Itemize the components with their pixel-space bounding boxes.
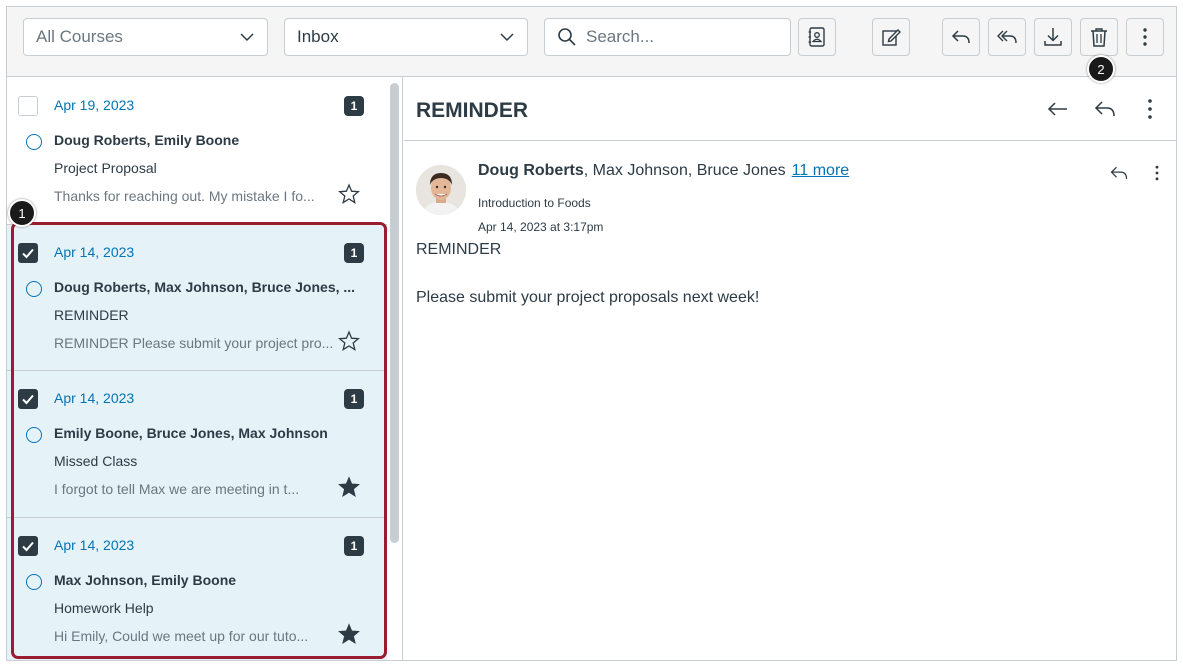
conversation-date: Apr 19, 2023 [54,97,135,113]
message-view: REMINDER Doug Roberts, Max Johnson, Bruc… [404,77,1176,660]
reply-icon[interactable] [1093,97,1117,121]
address-book-button[interactable] [798,18,836,56]
search-input[interactable] [586,27,776,47]
course-filter-select[interactable]: All Courses [23,18,268,56]
conversation-subject: Project Proposal [54,160,157,176]
conversation-item[interactable]: Apr 19, 2023 1 Doug Roberts, Emily Boone Pr… [7,77,387,224]
reply-icon [951,30,970,44]
recipient-names: , Max Johnson, Bruce Jones [583,162,786,179]
message-body-line: REMINDER [416,241,502,258]
selection-highlight-outline [11,222,387,659]
mailbox-filter-value: Inbox [297,27,339,46]
search-icon [558,28,576,46]
callout-marker-1: 1 [8,199,36,227]
kebab-menu-icon[interactable] [1138,97,1162,121]
message-count-badge: 1 [344,96,364,116]
compose-button[interactable] [872,18,910,56]
address-book-icon [808,27,825,47]
trash-icon [1091,28,1107,47]
course-filter-value: All Courses [36,27,123,46]
more-recipients-link[interactable]: 11 more [792,162,850,179]
reply-all-icon [997,30,1017,44]
search-box [544,18,791,56]
message-body-line: Please submit your project proposals nex… [416,289,760,306]
conversation-preview: Thanks for reaching out. My mistake I fo… [54,188,315,204]
callout-marker-2: 2 [1087,55,1115,83]
kebab-menu-icon [1143,28,1147,46]
inbox-app: All Courses Inbox Search... Apr 19, 2023… [6,6,1177,661]
mailbox-filter-select[interactable]: Inbox [284,18,528,56]
more-options-button[interactable] [1126,18,1164,56]
conversation-checkbox[interactable] [18,96,38,116]
delete-button[interactable] [1080,18,1118,56]
back-arrow-icon[interactable] [1046,97,1070,121]
sender-avatar [416,165,466,215]
message-header: REMINDER [404,77,1176,141]
message-participants: Doug Roberts, Max Johnson, Bruce Jones 11… [478,162,849,180]
list-scrollbar[interactable] [390,83,399,543]
download-icon [1044,28,1062,46]
message-course: Introduction to Foods [478,196,591,210]
message-timestamp: Apr 14, 2023 at 3:17pm [478,220,604,234]
toolbar: All Courses Inbox [7,7,1176,77]
conversation-list: Apr 19, 2023 1 Doug Roberts, Emily Boone Pr… [7,77,403,660]
compose-icon [882,29,901,46]
message-title: REMINDER [416,99,529,122]
chevron-down-icon [500,33,514,42]
kebab-menu-icon[interactable] [1147,163,1167,183]
sender-name: Doug Roberts [478,162,584,179]
archive-button[interactable] [1034,18,1072,56]
star-outline-icon[interactable] [338,183,360,205]
chevron-down-icon [240,33,254,42]
reply-all-button[interactable] [988,18,1026,56]
reply-icon[interactable] [1109,163,1129,183]
conversation-participants: Doug Roberts, Emily Boone [54,132,240,148]
reply-button[interactable] [942,18,980,56]
unread-toggle-icon[interactable] [26,134,42,150]
